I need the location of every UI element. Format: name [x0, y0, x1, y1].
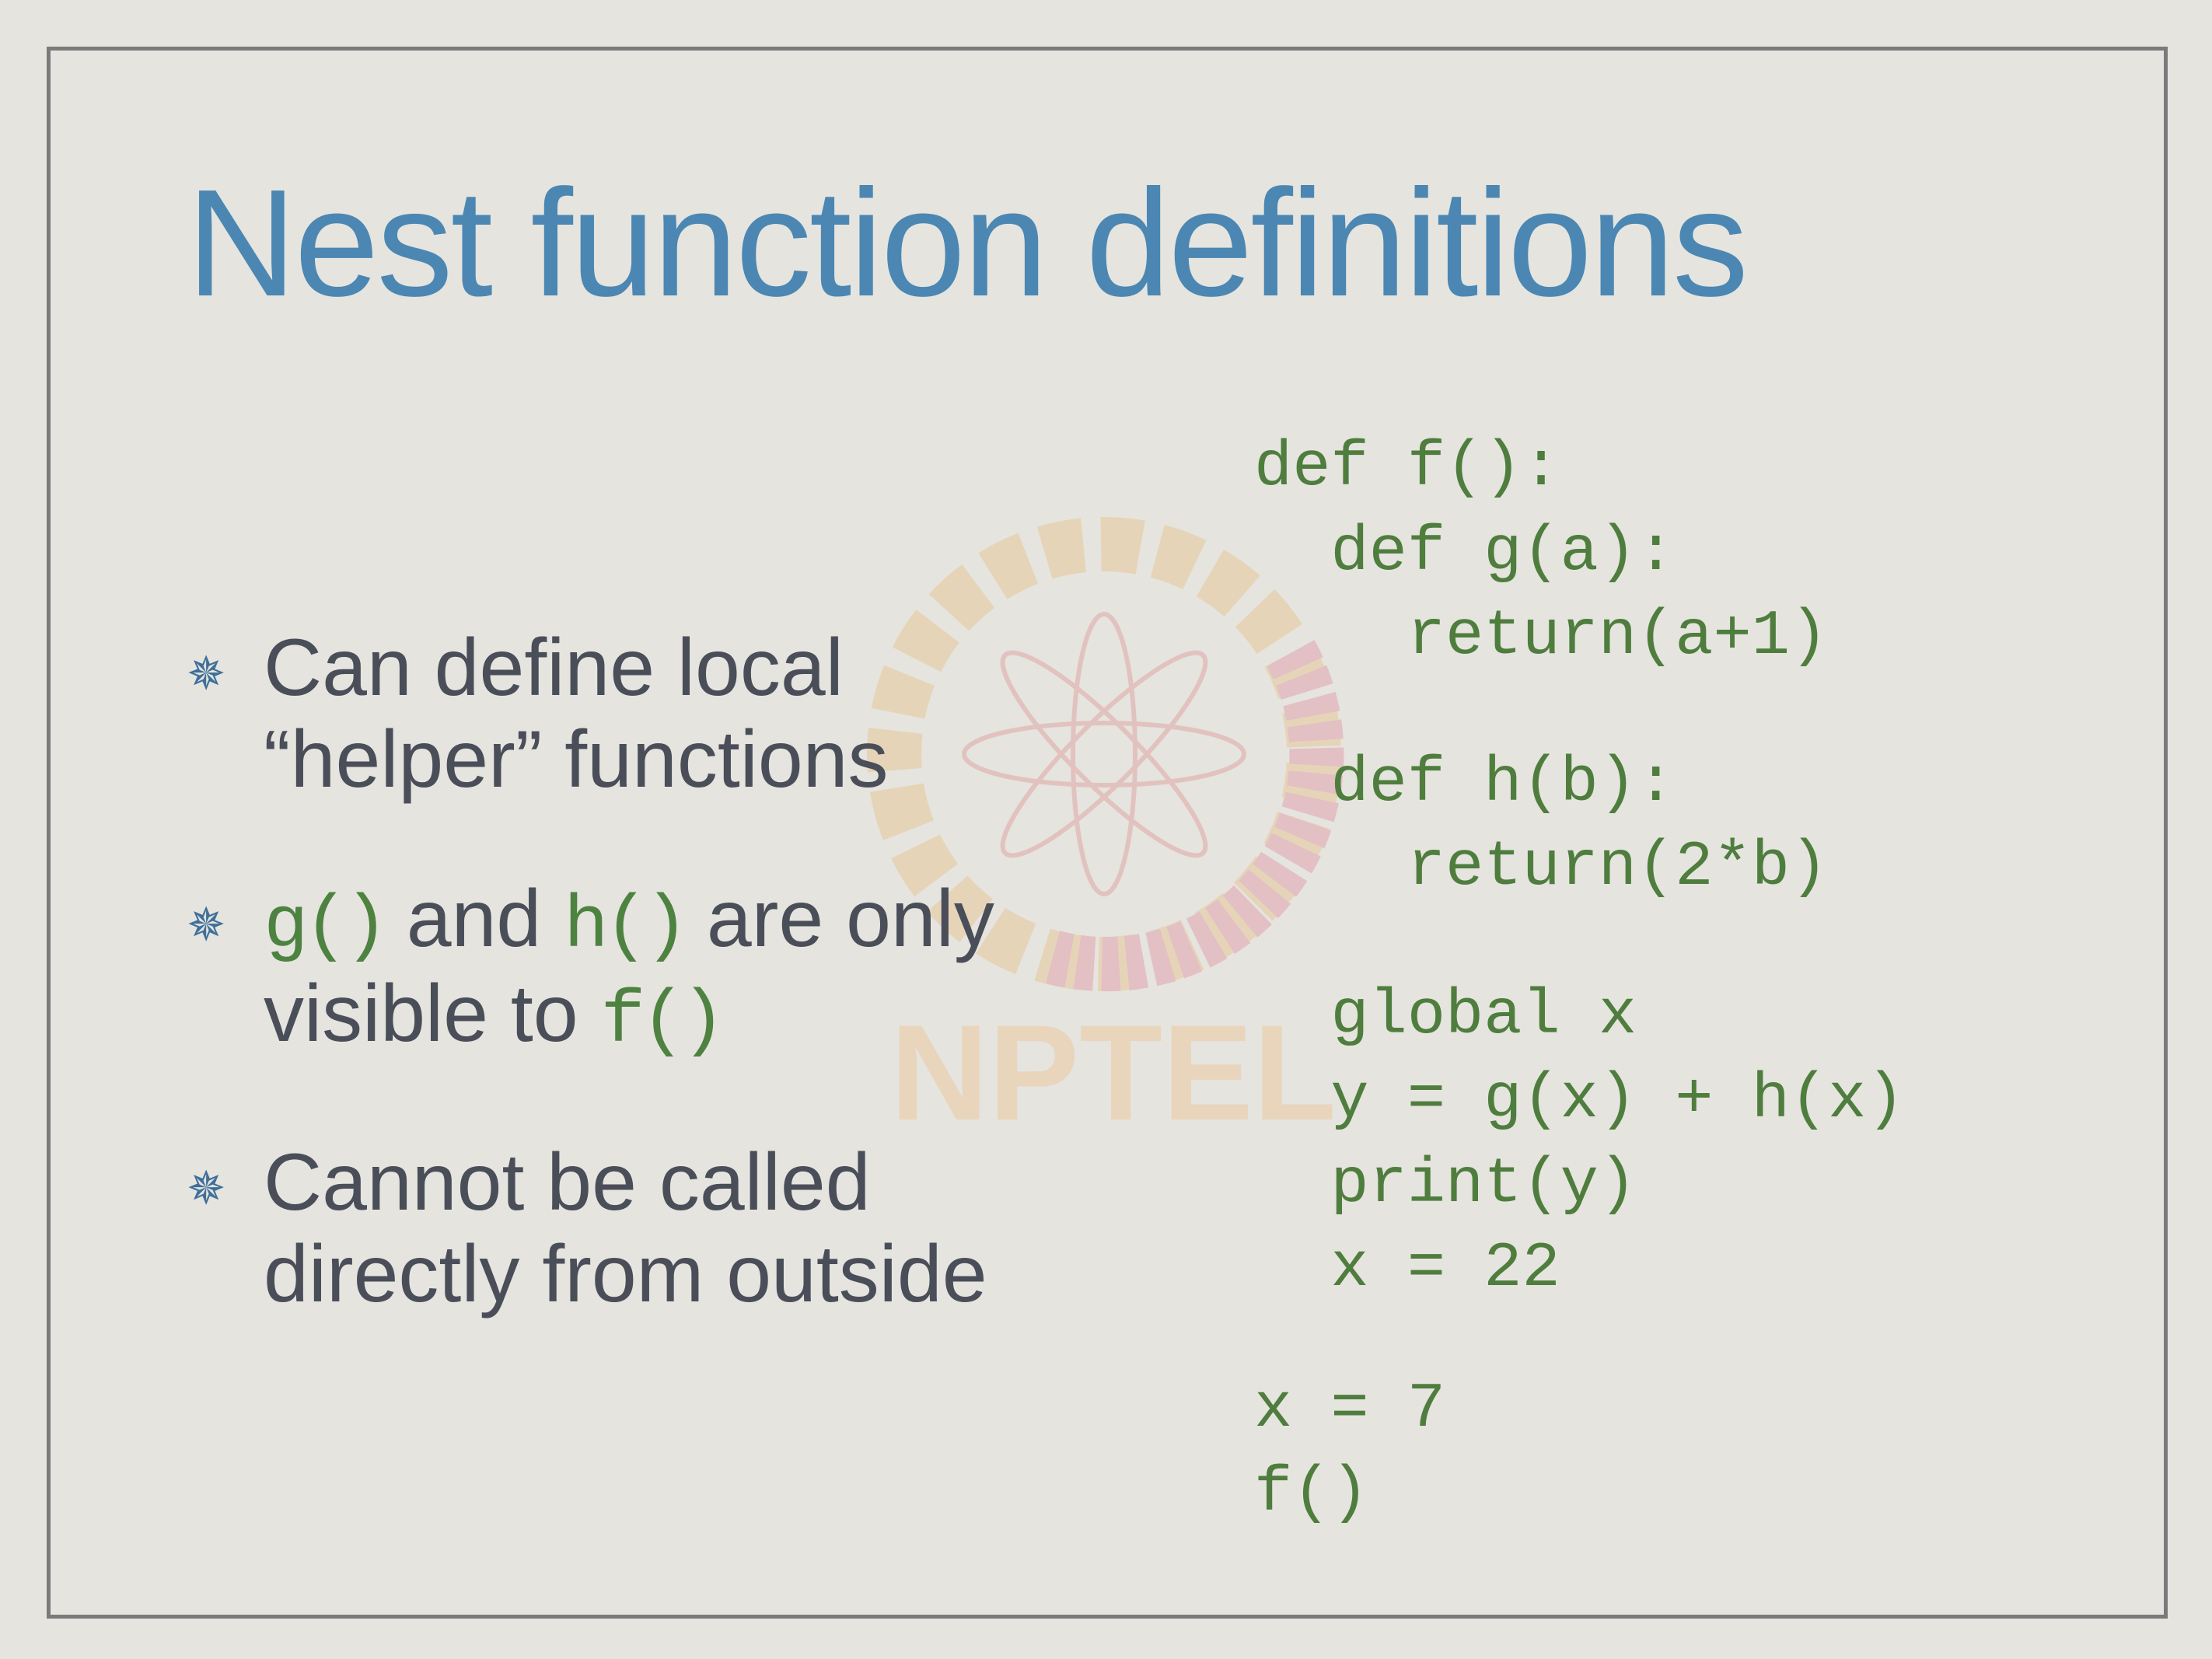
bullet-text: Can define local — [264, 623, 844, 713]
asterisk-bullet-icon: ✵ — [187, 648, 226, 700]
slide-title: Nest function definitions — [187, 158, 1749, 328]
inline-code-h: h() — [564, 884, 689, 969]
inline-code-f: f() — [600, 979, 726, 1064]
bullet-text: Cannot be called — [264, 1137, 871, 1228]
code-line: y = g(x) + h(x) — [1254, 1064, 1905, 1136]
bullet-text: are only — [683, 874, 994, 964]
code-line: def h(b): — [1254, 746, 1676, 819]
code-line: f() — [1254, 1457, 1369, 1529]
logo-flower — [962, 612, 1246, 896]
code-line: x = 22 — [1254, 1232, 1560, 1304]
asterisk-bullet-icon: ✵ — [187, 899, 226, 951]
bullet-text: “helper” functions — [264, 714, 889, 805]
code-line: def f(): — [1254, 431, 1560, 504]
code-line: return(2*b) — [1254, 831, 1829, 903]
bullet-text: and — [383, 874, 564, 964]
bullet-text: directly from outside — [264, 1229, 987, 1319]
inline-code-g: g() — [264, 884, 389, 969]
code-line: print(y) — [1254, 1147, 1637, 1221]
code-line: global x — [1254, 979, 1637, 1052]
code-line: def g(a): — [1254, 515, 1676, 589]
asterisk-bullet-icon: ✵ — [187, 1162, 226, 1214]
code-line: return(a+1) — [1254, 600, 1829, 672]
bullet-text: visible to — [264, 969, 601, 1059]
code-block: def f(): def g(a): return(a+1) def h(b):… — [1254, 426, 1905, 1536]
code-line: x = 7 — [1254, 1372, 1446, 1445]
